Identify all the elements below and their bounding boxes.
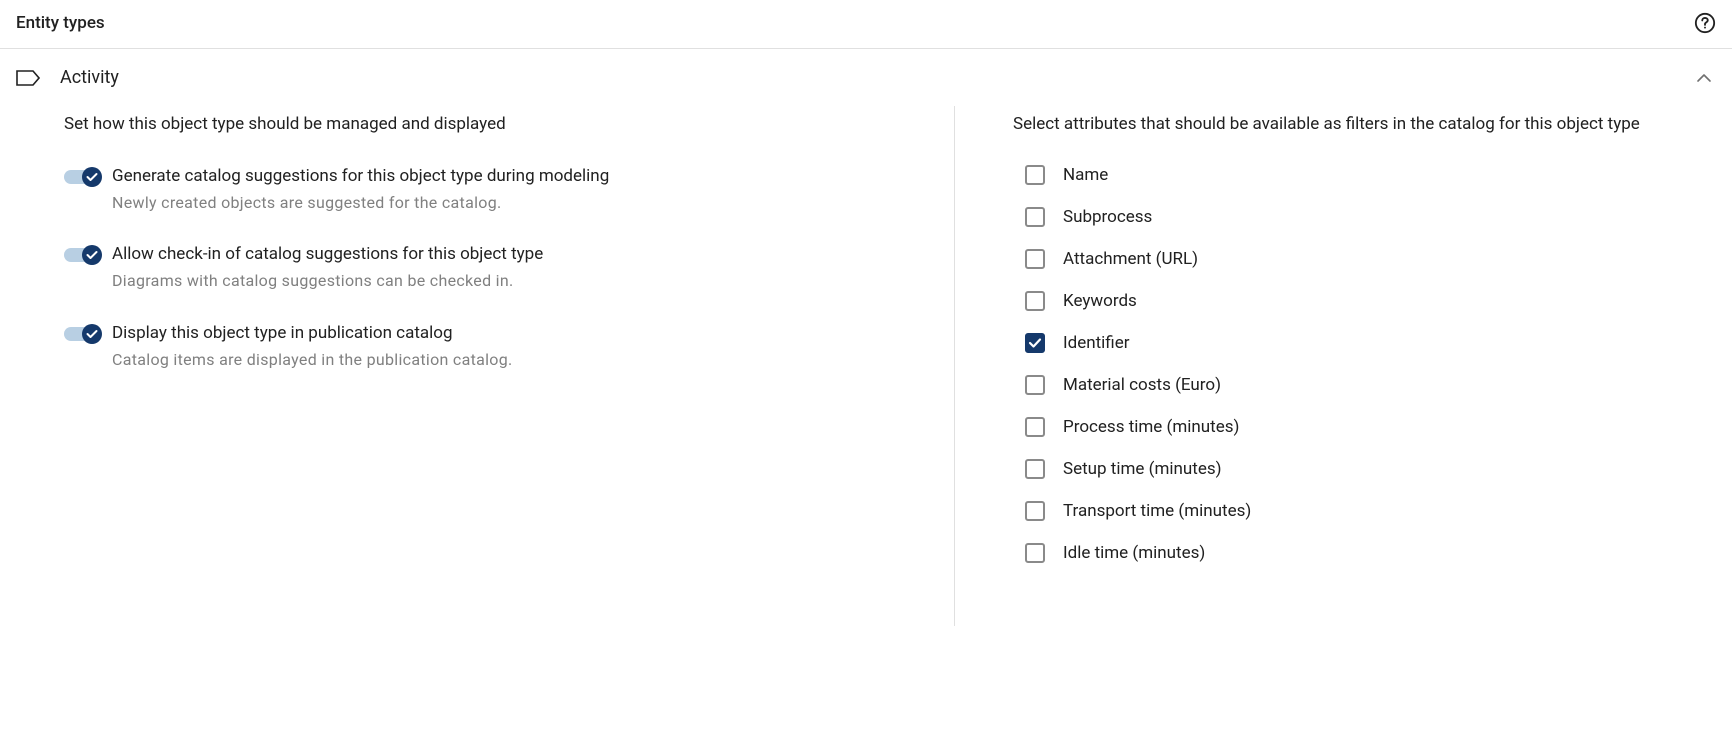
attribute-label: Subprocess xyxy=(1063,207,1152,227)
help-icon[interactable] xyxy=(1694,12,1716,34)
attribute-row: Attachment (URL) xyxy=(1013,249,1712,269)
section-header[interactable]: Activity xyxy=(0,49,1732,106)
chevron-up-icon[interactable] xyxy=(1696,73,1712,83)
toggle-label: Display this object type in publication … xyxy=(112,322,513,345)
right-heading: Select attributes that should be availab… xyxy=(1013,112,1712,137)
activity-shape-icon xyxy=(16,70,40,86)
page-title: Entity types xyxy=(16,13,105,33)
attribute-checkbox[interactable] xyxy=(1025,333,1045,353)
content-area: Set how this object type should be manag… xyxy=(0,106,1732,626)
attribute-label: Idle time (minutes) xyxy=(1063,543,1205,563)
attribute-label: Transport time (minutes) xyxy=(1063,501,1251,521)
left-heading: Set how this object type should be manag… xyxy=(64,112,894,137)
toggle-label: Allow check-in of catalog suggestions fo… xyxy=(112,243,543,266)
attribute-checkbox[interactable] xyxy=(1025,375,1045,395)
attribute-checkbox[interactable] xyxy=(1025,207,1045,227)
attribute-row: Transport time (minutes) xyxy=(1013,501,1712,521)
right-pane: Select attributes that should be availab… xyxy=(955,106,1712,626)
attribute-label: Keywords xyxy=(1063,291,1137,311)
toggle-switch[interactable] xyxy=(64,245,102,265)
attribute-list: Name Subprocess Attachment (URL) Keyword… xyxy=(1013,165,1712,563)
attribute-label: Identifier xyxy=(1063,333,1130,353)
attribute-row: Setup time (minutes) xyxy=(1013,459,1712,479)
attribute-row: Idle time (minutes) xyxy=(1013,543,1712,563)
toggle-row: Display this object type in publication … xyxy=(64,322,894,371)
toggle-labels: Display this object type in publication … xyxy=(112,322,513,371)
attribute-checkbox[interactable] xyxy=(1025,165,1045,185)
attribute-checkbox[interactable] xyxy=(1025,459,1045,479)
toggle-description: Diagrams with catalog suggestions can be… xyxy=(112,270,543,292)
section-header-left: Activity xyxy=(16,67,119,88)
toggle-row: Generate catalog suggestions for this ob… xyxy=(64,165,894,214)
page-header: Entity types xyxy=(0,0,1732,49)
section-title: Activity xyxy=(60,67,119,88)
toggle-description: Catalog items are displayed in the publi… xyxy=(112,349,513,371)
toggle-labels: Generate catalog suggestions for this ob… xyxy=(112,165,609,214)
attribute-checkbox[interactable] xyxy=(1025,291,1045,311)
left-pane: Set how this object type should be manag… xyxy=(64,106,954,626)
toggle-switch[interactable] xyxy=(64,324,102,344)
toggle-row: Allow check-in of catalog suggestions fo… xyxy=(64,243,894,292)
attribute-label: Name xyxy=(1063,165,1108,185)
attribute-row: Keywords xyxy=(1013,291,1712,311)
attribute-row: Identifier xyxy=(1013,333,1712,353)
attribute-checkbox[interactable] xyxy=(1025,543,1045,563)
attribute-row: Process time (minutes) xyxy=(1013,417,1712,437)
attribute-label: Attachment (URL) xyxy=(1063,249,1198,269)
attribute-row: Material costs (Euro) xyxy=(1013,375,1712,395)
toggle-switch[interactable] xyxy=(64,167,102,187)
toggle-label: Generate catalog suggestions for this ob… xyxy=(112,165,609,188)
toggle-labels: Allow check-in of catalog suggestions fo… xyxy=(112,243,543,292)
attribute-checkbox[interactable] xyxy=(1025,417,1045,437)
attribute-label: Material costs (Euro) xyxy=(1063,375,1221,395)
attribute-row: Name xyxy=(1013,165,1712,185)
attribute-checkbox[interactable] xyxy=(1025,501,1045,521)
attribute-checkbox[interactable] xyxy=(1025,249,1045,269)
attribute-label: Setup time (minutes) xyxy=(1063,459,1222,479)
attribute-label: Process time (minutes) xyxy=(1063,417,1239,437)
toggle-description: Newly created objects are suggested for … xyxy=(112,192,609,214)
toggle-list: Generate catalog suggestions for this ob… xyxy=(64,165,894,371)
attribute-row: Subprocess xyxy=(1013,207,1712,227)
